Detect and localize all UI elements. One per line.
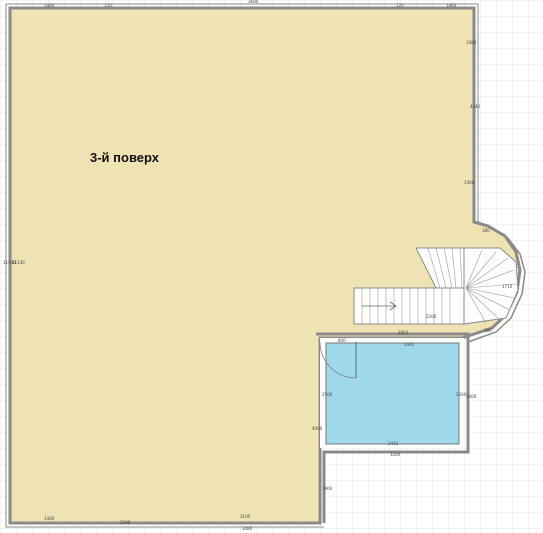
dim-stair-arc-2: 380 (484, 328, 492, 333)
dim-pool-top-2: 2440 (404, 342, 415, 347)
dim-top-left-2: 120 (104, 3, 112, 8)
dim-lower-left: 1960 (322, 486, 333, 491)
dim-right-upper: 1080 (466, 40, 477, 45)
dim-bottom-right-2: 3080 (242, 526, 253, 531)
dim-stair-width: 1710 (502, 284, 513, 289)
dim-bottom-left: 1460 (44, 516, 55, 521)
dim-pool-bottom: 2410 (388, 441, 399, 446)
dim-bottom-right: 3100 (240, 514, 251, 519)
dim-pool-outer-left: 4000 (312, 426, 323, 431)
dim-pool-right-2: 2600 (466, 394, 477, 399)
dim-bottom-mid: 2200 (120, 520, 131, 525)
floor-plan-canvas: 3-й поверх 1460 120 3600 120 1460 1080 4… (0, 0, 543, 533)
dim-pool-top: 2820 (398, 330, 409, 335)
dim-top-mid: 3600 (248, 0, 259, 4)
dim-top-right-2: 1460 (446, 3, 457, 8)
dim-pool-bottom-2: 3200 (390, 452, 401, 457)
dim-top-left: 1460 (44, 3, 55, 8)
pool (325, 342, 460, 445)
dim-pool-left: 2500 (322, 392, 333, 397)
floor-label: 3-й поверх (90, 150, 160, 165)
dim-top-right: 120 (396, 3, 404, 8)
dim-stair-arc-1: 380 (482, 228, 490, 233)
dim-right-low: 1460 (464, 180, 475, 185)
dim-stair-landing: 2200 (426, 314, 437, 319)
dim-left-side-2: 11140 (12, 260, 25, 265)
dim-right-mid: 4440 (470, 104, 481, 109)
dim-pool-door: 800 (338, 338, 346, 343)
